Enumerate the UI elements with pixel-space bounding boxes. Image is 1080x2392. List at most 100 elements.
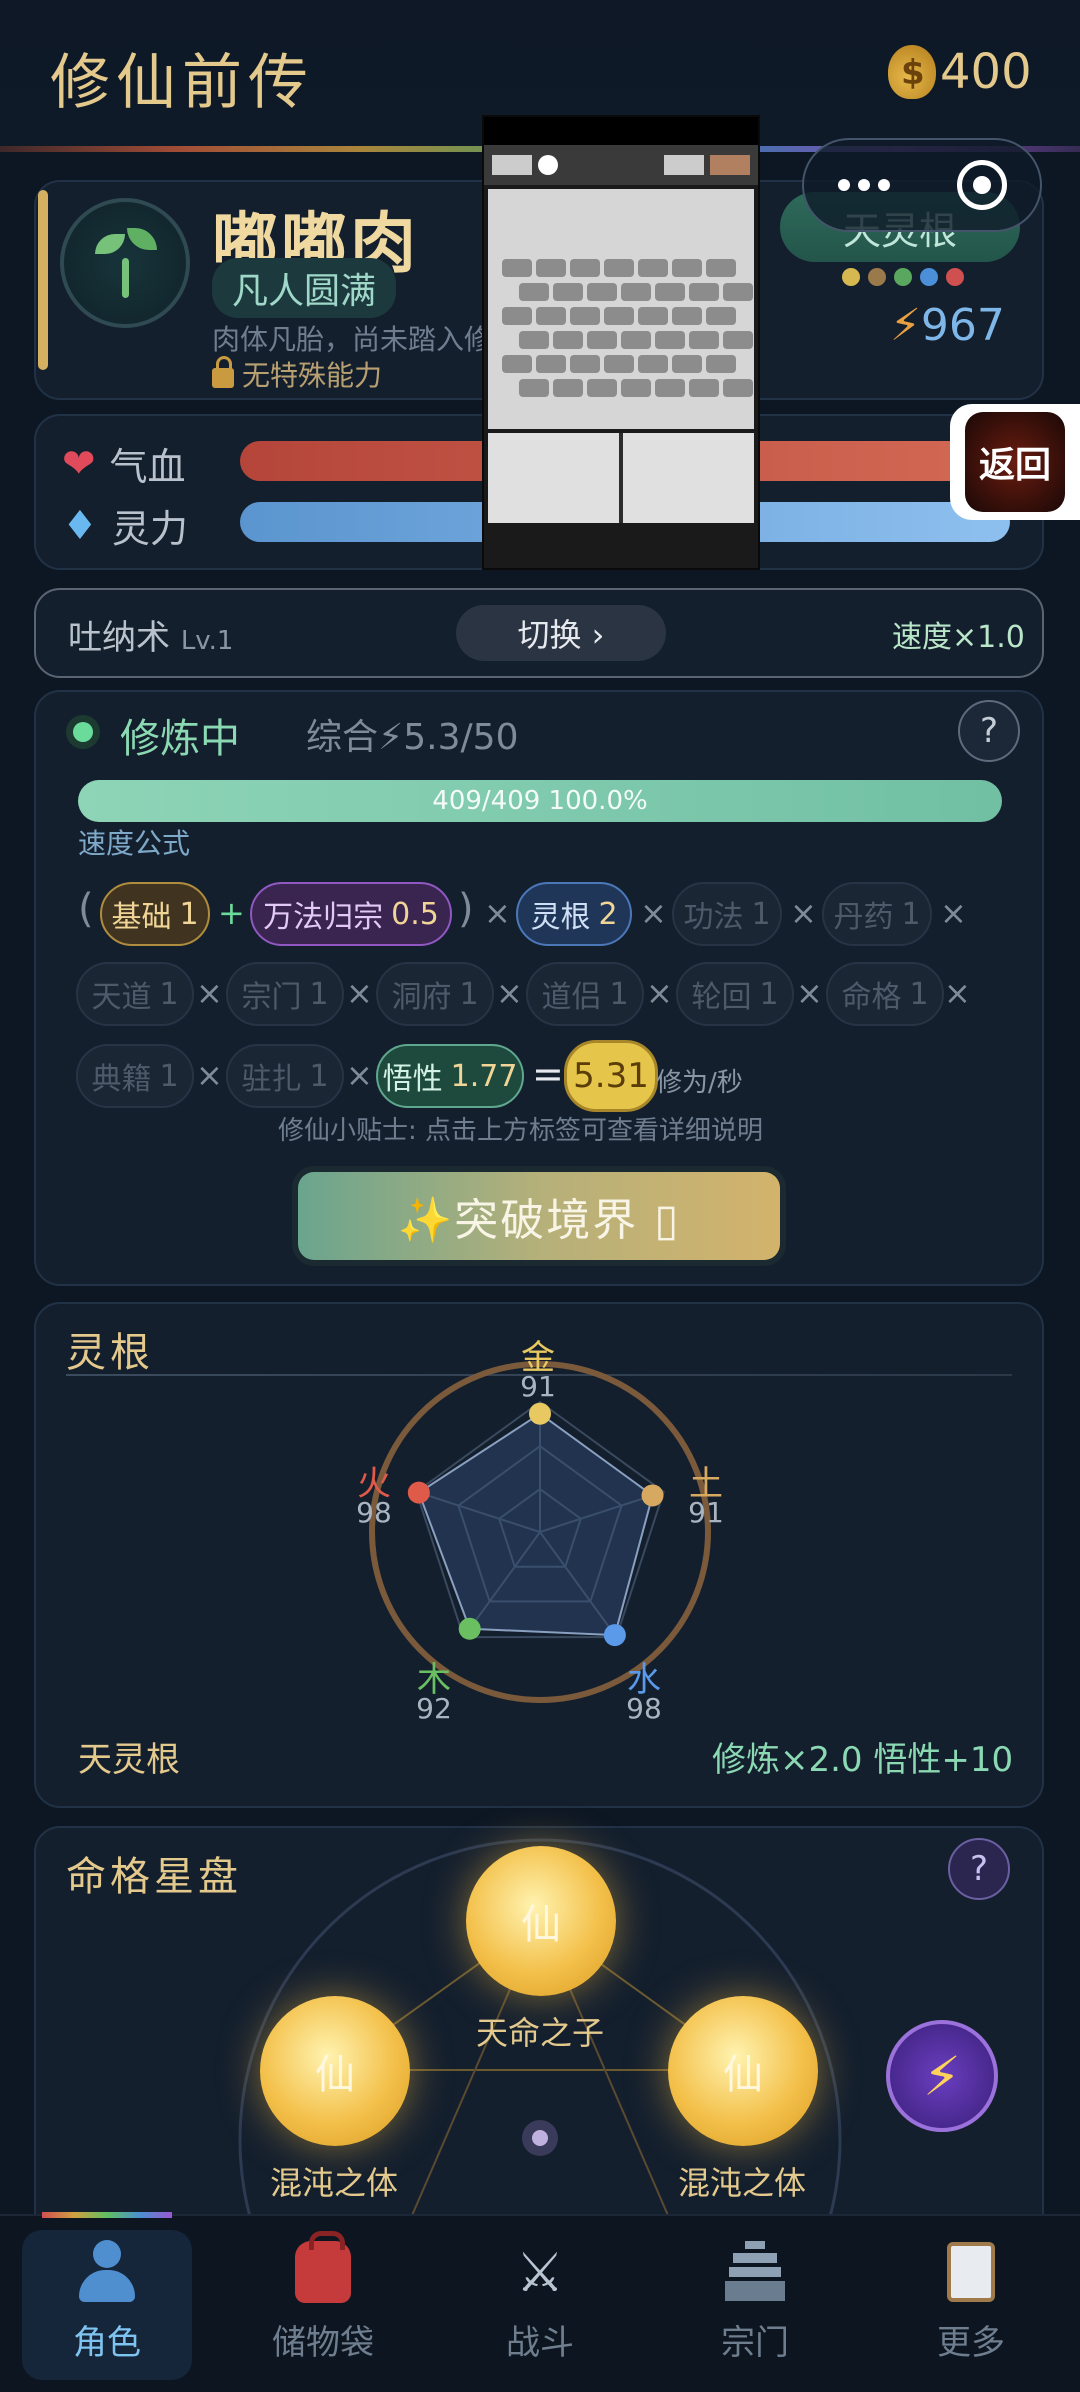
preview-hex-tile <box>689 283 719 301</box>
destiny-orb-right[interactable]: 仙 <box>668 1996 818 2146</box>
nav-tab-battle[interactable]: ⚔ 战斗 <box>455 2230 625 2380</box>
preview-hex-tile <box>519 283 549 301</box>
destiny-help-button[interactable]: ? <box>948 1838 1010 1900</box>
preview-hex-tile <box>638 259 668 277</box>
nav-label: 战斗 <box>506 2323 574 2363</box>
nav-label: 更多 <box>937 2323 1005 2363</box>
chip-zongmen[interactable]: 宗门 1 <box>226 962 344 1026</box>
formula-times: × <box>940 894 967 932</box>
preview-hex-tile <box>706 259 736 277</box>
preview-hex-tile <box>536 355 566 373</box>
back-button-label: 返回 <box>965 412 1065 512</box>
nav-label: 储物袋 <box>272 2323 374 2363</box>
ability-status: 无特殊能力 <box>212 354 382 394</box>
preview-hex-tile <box>706 355 736 373</box>
nav-tab-storage[interactable]: 储物袋 <box>238 2230 408 2380</box>
crossed-swords-icon: ⚔ <box>515 2240 565 2304</box>
root-type-name: 天灵根 <box>78 1740 180 1780</box>
roots-title: 灵根 <box>66 1330 154 1376</box>
root-element-value: 92 <box>416 1692 452 1725</box>
miniprogram-capsule <box>802 138 1042 232</box>
breakthrough-button[interactable]: ✨突破境界 ▯ <box>298 1172 780 1260</box>
root-element-value: 91 <box>688 1496 724 1529</box>
formula-times: × <box>484 894 511 932</box>
preview-hex-tile <box>723 379 753 397</box>
chip-wanfa[interactable]: 万法归宗 0.5 <box>250 882 452 946</box>
speed-unit: 修为/秒 <box>656 1068 743 1098</box>
close-target-icon[interactable] <box>956 160 1007 210</box>
root-color-dot <box>920 268 938 286</box>
lock-icon <box>212 356 234 388</box>
nav-tab-more[interactable]: 更多 <box>886 2230 1056 2380</box>
pagoda-icon <box>720 2237 790 2307</box>
technique-level: Lv.1 <box>180 626 234 656</box>
preview-hex-tile <box>604 355 634 373</box>
chip-lunhui[interactable]: 轮回 1 <box>676 962 794 1026</box>
cultivation-help-button[interactable]: ? <box>958 700 1020 762</box>
destiny-label-right: 混沌之体 <box>677 2164 806 2202</box>
diamond-icon: ♦ <box>62 502 98 549</box>
chip-zhuzha[interactable]: 驻扎 1 <box>226 1044 344 1108</box>
cultivation-tip: 修仙小贴士: 点击上方标签可查看详细说明 <box>278 1116 764 1146</box>
chip-danyao[interactable]: 丹药 1 <box>822 882 932 946</box>
preview-hex-tile <box>689 331 719 349</box>
preview-hex-tile <box>706 307 736 325</box>
chip-mingge[interactable]: 命格 1 <box>826 962 944 1026</box>
formula-label: 速度公式 <box>78 827 191 860</box>
root-color-dot <box>894 268 912 286</box>
preview-hex-tile <box>502 259 532 277</box>
preview-hex-tile <box>536 307 566 325</box>
destiny-orb-top[interactable]: 仙 <box>466 1846 616 1996</box>
formula-times: × <box>944 974 971 1012</box>
technique-name: 吐纳术 Lv.1 <box>68 610 233 659</box>
formula-plus: + <box>218 894 245 932</box>
cultivation-progress-bar: 409/409 100.0% <box>78 780 1002 822</box>
chip-daolv[interactable]: 道侣 1 <box>526 962 644 1026</box>
back-button[interactable]: 返回 <box>950 404 1080 520</box>
lightning-icon: ⚡ <box>890 300 921 351</box>
preview-hex-tile <box>638 307 668 325</box>
switch-technique-button[interactable]: 切换 › <box>456 605 666 661</box>
root-element-value: 98 <box>356 1496 392 1529</box>
destiny-orb-left[interactable]: 仙 <box>260 1996 410 2146</box>
money-bag-icon <box>888 45 936 99</box>
preview-hex-tile <box>723 331 753 349</box>
preview-hex-tile <box>621 283 651 301</box>
nav-tab-sect[interactable]: 宗门 <box>670 2230 840 2380</box>
formula-times: × <box>496 974 523 1012</box>
nav-tab-character[interactable]: 角色 <box>22 2230 192 2380</box>
preview-hex-tile <box>604 259 634 277</box>
coin-amount: 400 <box>940 44 1032 100</box>
chip-dianji[interactable]: 典籍 1 <box>76 1044 194 1108</box>
technique-speed: 速度×1.0 <box>892 620 1025 655</box>
chip-wuxing[interactable]: 悟性 1.77 <box>376 1044 524 1108</box>
chip-tiandao[interactable]: 天道 1 <box>76 962 194 1026</box>
avatar[interactable] <box>60 198 190 328</box>
preview-toolbar <box>484 145 758 185</box>
more-options-icon[interactable] <box>837 179 890 191</box>
chip-gongfa[interactable]: 功法 1 <box>672 882 782 946</box>
realm-badge: 凡人圆满 <box>212 258 397 318</box>
formula-times: × <box>790 894 817 932</box>
radar-point-5 <box>407 1481 430 1504</box>
mp-label: 灵力 <box>111 507 188 551</box>
preview-hex-tile <box>570 259 600 277</box>
formula-times: × <box>346 974 373 1012</box>
chip-dongfu[interactable]: 洞府 1 <box>376 962 494 1026</box>
root-color-dot <box>868 268 886 286</box>
clipboard-icon <box>936 2237 1006 2307</box>
backpack-icon <box>288 2231 358 2307</box>
preview-hex-tile <box>553 331 583 349</box>
app-title: 修仙前传 <box>50 48 314 118</box>
chip-root[interactable]: 灵根 2 <box>516 882 632 946</box>
preview-hex-tile <box>553 379 583 397</box>
chip-base[interactable]: 基础 1 <box>100 882 210 946</box>
preview-hex-tile <box>519 331 549 349</box>
radar-point-3 <box>603 1624 626 1647</box>
radar-point-2 <box>641 1484 664 1507</box>
formula-times: × <box>796 974 823 1012</box>
formula-paren-open: ( <box>78 886 94 932</box>
destiny-lightning-button[interactable]: ⚡ <box>886 2020 998 2132</box>
preview-hex-tile <box>587 283 617 301</box>
floating-preview-window[interactable] <box>482 115 760 570</box>
